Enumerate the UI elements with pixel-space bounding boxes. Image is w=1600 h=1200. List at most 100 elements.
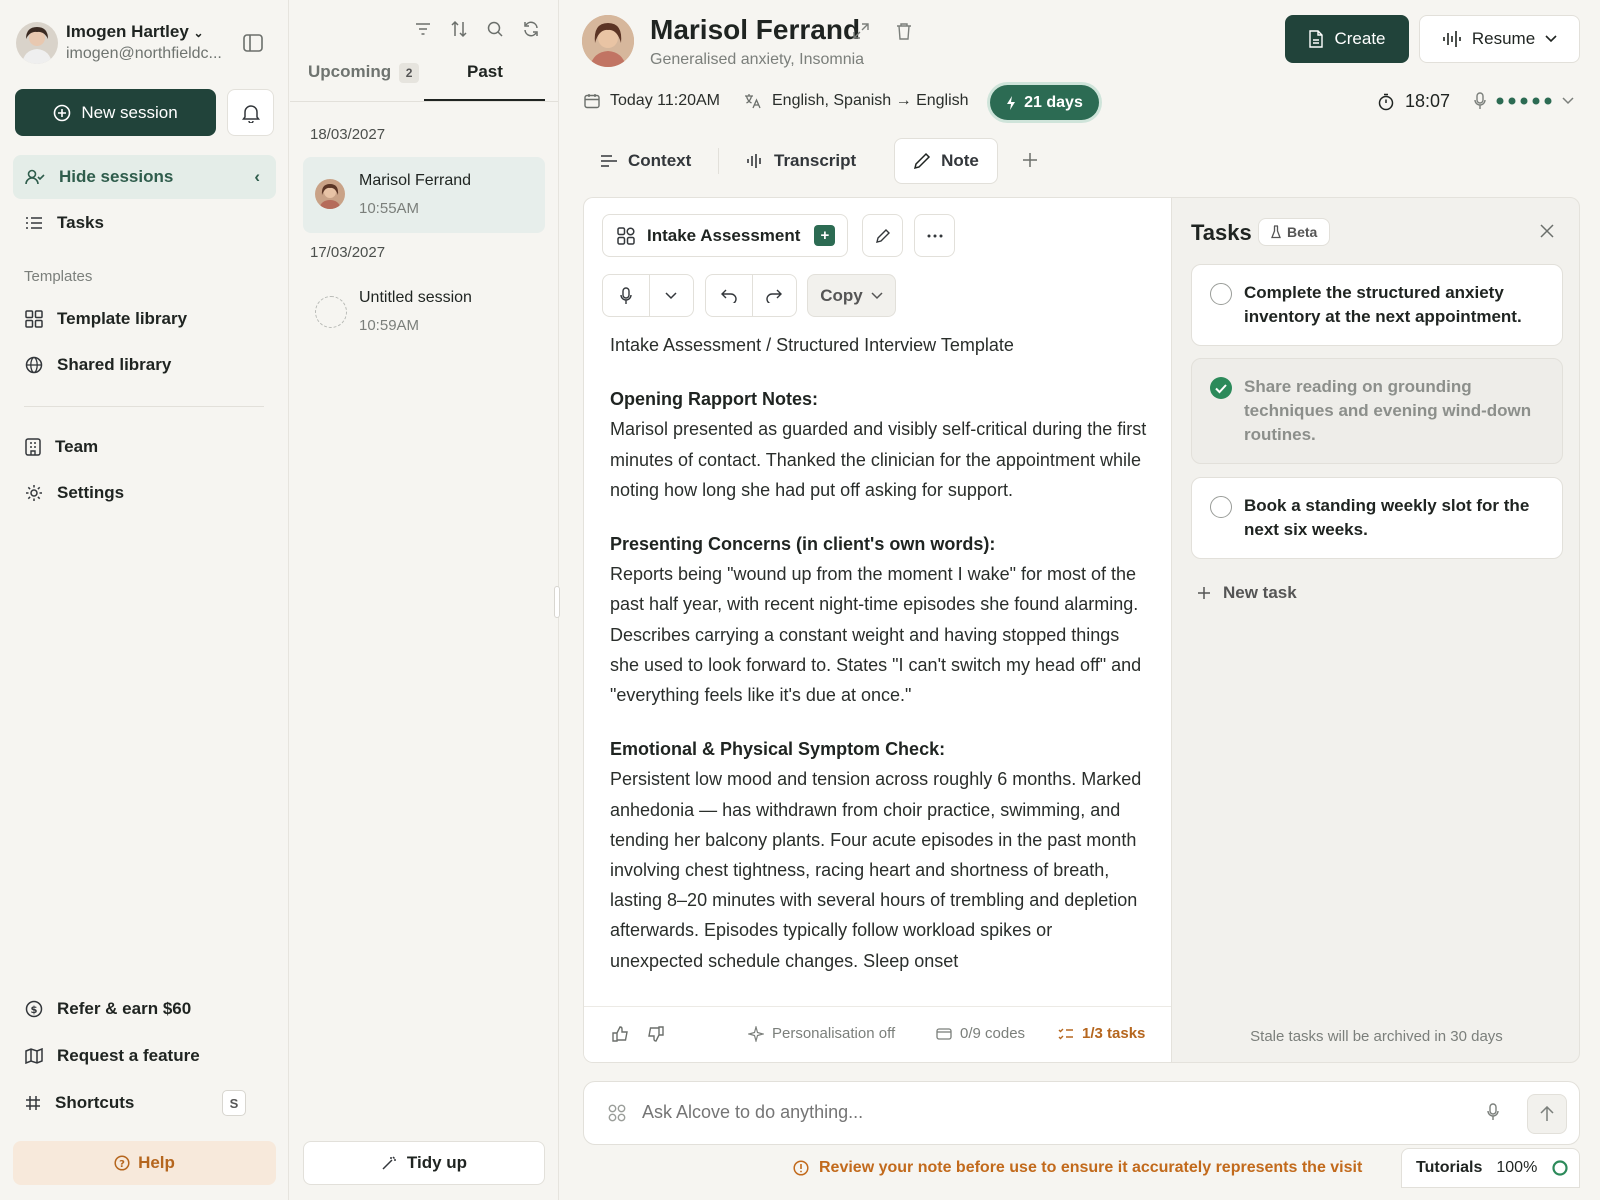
gear-icon — [25, 484, 43, 502]
session-name: Untitled session — [359, 289, 472, 306]
tab-upcoming[interactable]: Upcoming 2 — [308, 62, 420, 83]
undo-icon[interactable] — [706, 289, 752, 303]
tutorials-progress: 100% — [1496, 1159, 1538, 1176]
tab-divider — [718, 148, 719, 174]
session-date[interactable]: Today 11:20AM — [584, 92, 720, 110]
ellipsis-icon — [927, 234, 943, 238]
flask-icon — [1271, 225, 1281, 239]
template-selector[interactable]: Intake Assessment + — [602, 214, 848, 257]
tab-context[interactable]: Context — [584, 138, 707, 184]
sidebar-item-shortcuts[interactable]: Shortcuts S — [13, 1081, 276, 1125]
more-options-button[interactable] — [914, 214, 955, 257]
note-footer: Personalisation off 0/9 codes 1/3 tasks — [584, 1006, 1171, 1062]
user-avatar[interactable] — [16, 22, 58, 64]
sort-icon[interactable] — [450, 20, 468, 38]
create-button[interactable]: Create — [1285, 15, 1409, 63]
session-time: 10:59AM — [359, 317, 420, 334]
tasks-counter[interactable]: 1/3 tasks — [1058, 1025, 1145, 1042]
send-button[interactable] — [1527, 1094, 1567, 1134]
tutorials-widget[interactable]: Tutorials 100% — [1401, 1148, 1580, 1188]
thumbs-down-icon[interactable] — [646, 1025, 664, 1043]
patient-name: Marisol Ferrand — [650, 14, 861, 45]
question-circle-icon: ? — [114, 1155, 130, 1171]
refresh-icon[interactable] — [522, 20, 540, 38]
session-languages[interactable]: English, Spanish → English — [744, 92, 969, 110]
tasks-panel: Tasks Beta Complete the structured anxie… — [1171, 197, 1580, 1063]
expand-icon[interactable] — [852, 22, 870, 40]
untitled-session-icon — [315, 296, 347, 328]
task-item[interactable]: Complete the structured anxiety inventor… — [1191, 264, 1563, 346]
sidebar-item-refer[interactable]: $ Refer & earn $60 — [13, 987, 276, 1031]
patient-avatar — [582, 15, 634, 67]
session-item[interactable]: Untitled session 10:59AM — [303, 274, 545, 350]
task-checkbox[interactable] — [1210, 283, 1232, 305]
task-checkbox-checked[interactable] — [1210, 377, 1232, 399]
task-item[interactable]: Share reading on grounding techniques an… — [1191, 358, 1563, 464]
filter-icon[interactable] — [414, 20, 432, 38]
task-text: Share reading on grounding techniques an… — [1244, 377, 1532, 444]
task-item[interactable]: Book a standing weekly slot for the next… — [1191, 477, 1563, 559]
trash-icon[interactable] — [896, 22, 912, 40]
chevron-left-icon: ‹ — [254, 167, 260, 186]
new-task-button[interactable]: New task — [1197, 583, 1297, 603]
lightning-icon — [1006, 95, 1016, 111]
sidebar-item-team[interactable]: Team — [13, 425, 276, 469]
map-icon — [25, 1048, 43, 1064]
chevron-down-icon[interactable] — [649, 291, 693, 300]
sidebar-item-settings[interactable]: Settings — [13, 471, 276, 515]
template-grid-icon — [617, 226, 635, 245]
search-icon[interactable] — [486, 20, 504, 38]
resize-handle[interactable] — [554, 586, 560, 618]
tab-transcript[interactable]: Transcript — [730, 138, 872, 184]
sidebar-item-tasks[interactable]: Tasks — [13, 201, 276, 245]
mic-level-control[interactable] — [1474, 92, 1574, 110]
templates-section-label: Templates — [24, 268, 93, 285]
sidebar-item-request-feature[interactable]: Request a feature — [13, 1034, 276, 1078]
sidebar-toggle-icon[interactable] — [243, 34, 263, 52]
undo-redo-control[interactable] — [705, 274, 797, 317]
sidebar-item-hide-sessions[interactable]: Hide sessions ‹ — [13, 155, 276, 199]
tidy-up-button[interactable]: Tidy up — [303, 1141, 545, 1185]
new-session-button[interactable]: New session — [15, 89, 216, 136]
translate-icon — [744, 93, 762, 109]
close-icon[interactable] — [1540, 224, 1554, 238]
note-panel: Intake Assessment + Copy Intake Assessme… — [583, 197, 1171, 1063]
sidebar-item-template-library[interactable]: Template library — [13, 297, 276, 341]
waveform-icon — [1442, 30, 1462, 48]
list-icon — [25, 216, 43, 230]
magic-wand-icon — [381, 1155, 397, 1171]
sparkle-icon — [748, 1025, 764, 1042]
edit-template-button[interactable] — [862, 214, 903, 257]
personalisation-toggle[interactable]: Personalisation off — [748, 1025, 895, 1042]
tab-note[interactable]: Note — [894, 138, 998, 184]
dictate-control[interactable] — [602, 274, 694, 317]
sidebar-divider — [24, 406, 264, 407]
plus-icon: + — [814, 225, 836, 246]
thumbs-up-icon[interactable] — [612, 1025, 630, 1043]
days-badge[interactable]: 21 days — [990, 85, 1099, 120]
add-tab-icon[interactable] — [1021, 151, 1039, 169]
sidebar-item-shared-library[interactable]: Shared library — [13, 343, 276, 387]
microphone-icon[interactable] — [603, 286, 649, 305]
sessions-panel: Upcoming 2 Past 18/03/2027 Marisol Ferran… — [290, 0, 560, 1200]
notifications-button[interactable] — [227, 89, 274, 136]
resume-button[interactable]: Resume — [1419, 15, 1580, 63]
tab-past[interactable]: Past — [467, 62, 503, 82]
copy-button[interactable]: Copy — [807, 274, 896, 317]
user-name[interactable]: Imogen Hartley ⌄ — [66, 22, 204, 42]
chevron-down-icon — [871, 291, 883, 300]
ask-bar — [583, 1081, 1580, 1145]
session-time: 10:55AM — [359, 200, 420, 217]
user-email: imogen@northfieldc... — [66, 45, 222, 62]
note-content[interactable]: Intake Assessment / Structured Interview… — [610, 330, 1150, 976]
codes-counter[interactable]: 0/9 codes — [936, 1025, 1025, 1042]
ask-input[interactable] — [642, 1102, 1422, 1123]
session-item[interactable]: Marisol Ferrand 10:55AM — [303, 157, 545, 233]
template-name: Intake Assessment — [647, 225, 801, 245]
redo-icon[interactable] — [752, 289, 796, 303]
svg-text:$: $ — [31, 1005, 38, 1016]
task-checkbox[interactable] — [1210, 496, 1232, 518]
help-button[interactable]: ? Help — [13, 1141, 276, 1185]
microphone-icon[interactable] — [1487, 1103, 1499, 1121]
session-name: Marisol Ferrand — [359, 172, 472, 189]
